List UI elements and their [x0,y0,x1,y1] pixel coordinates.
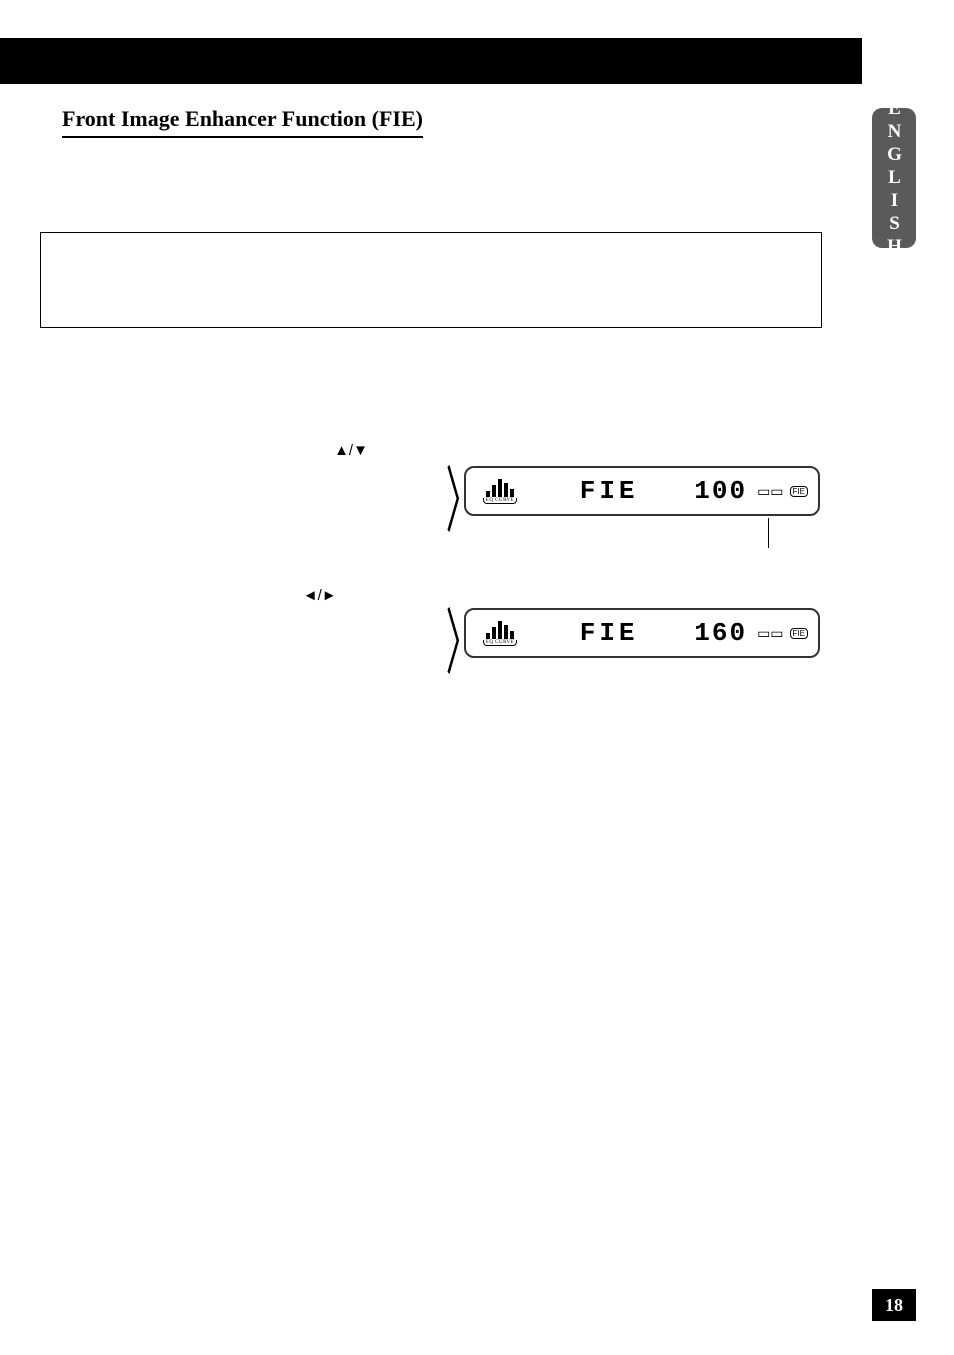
fie-indicator-label: "FIE" indicator [690,548,763,563]
lcd-display-1: EQ CURVE FIE 100 ▭▭ FIE [464,466,820,516]
fie-badge-icon: FIE [790,486,808,497]
lcd1-right-icons: ▭▭ FIE [757,483,808,500]
step-3-mid: buttons. [340,588,388,604]
language-tab: ENGLISH [872,108,916,248]
step-2-mid: buttons. [62,466,110,482]
lcd-display-2: EQ CURVE FIE 160 ▭▭ FIE [464,608,820,658]
left-right-icon: ◄/► [303,587,337,604]
precaution-box: Precaution: When the FIE function is dea… [40,232,822,328]
language-tab-label: ENGLISH [883,98,905,259]
lcd2-mode: FIE [534,618,684,648]
header-black-bar [0,38,862,84]
final-note-bullet-2: Switch the FIE function OFF when using a… [62,778,822,799]
lcd2-right-icons: ▭▭ FIE [757,625,808,642]
page-number: 18 [872,1289,916,1321]
eq-curve-label: EQ CURVE [483,640,517,646]
page-number-value: 18 [885,1295,903,1316]
lcd2-value: 160 [694,618,747,648]
indicator-line [768,518,769,548]
step-1: 1. Press the AUDIO button and select the… [62,365,822,387]
step-2: 2. Switch the FIE function ON/OFF with t… [62,440,412,485]
final-note: Note: After switching the FIE function O… [62,715,822,799]
final-note-title: Note: [62,715,822,736]
lcd1-mode: FIE [534,476,684,506]
intro-paragraph: The FIE (Front Image Enhancer) function … [62,150,822,213]
eq-curve-icon: EQ CURVE [476,475,524,507]
step-3: 3. Select the desired frequency with the… [62,585,412,636]
cassette-icon: ▭▭ [757,483,783,500]
final-note-bullet-1: After switching the FIE function ON, sel… [62,736,822,778]
section-heading: Front Image Enhancer Function (FIE) [62,106,423,138]
precaution-title: Precaution: [55,243,807,264]
step-2-lead: 2. Switch the FIE function ON/OFF with t… [62,443,334,459]
fie-badge-icon: FIE [790,628,808,639]
step-3-range: 100 ↔ 160 ↔ 250 (Hz) [62,617,206,633]
precaution-body: When the FIE function is deactivated, th… [55,270,807,312]
lcd1-value: 100 [694,476,747,506]
eq-curve-label: EQ CURVE [483,498,517,504]
up-down-icon: ▲/▼ [334,442,368,459]
cassette-icon: ▭▭ [757,625,783,642]
eq-curve-icon: EQ CURVE [476,617,524,649]
step-3-lead: 3. Select the desired frequency with the [62,588,303,604]
